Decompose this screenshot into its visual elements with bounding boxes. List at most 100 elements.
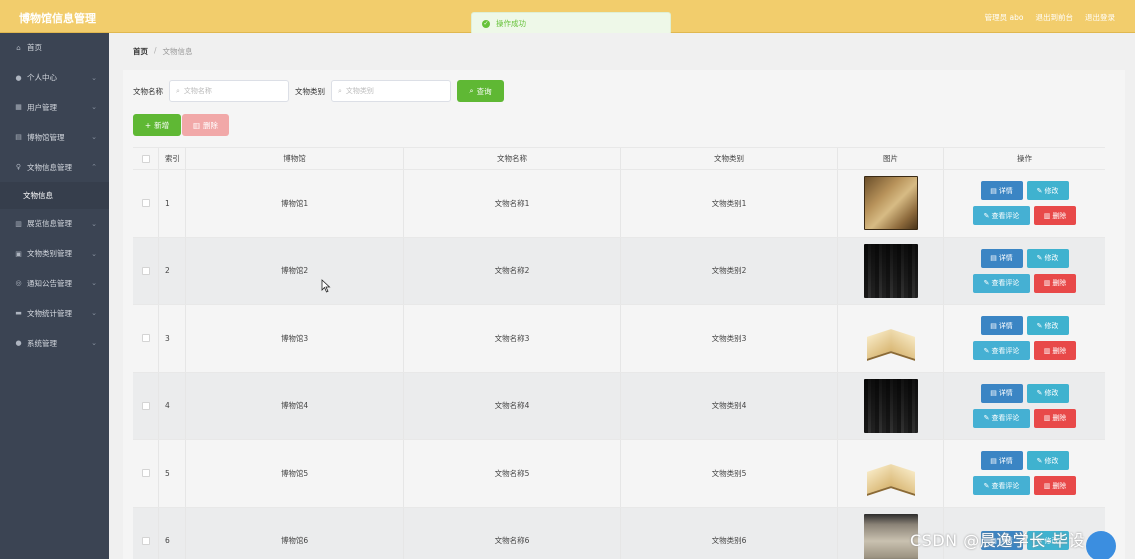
sidebar-item-category[interactable]: ▣ 文物类别管理 ⌄ (0, 239, 109, 269)
exit-frontend-link[interactable]: 退出到前台 (1036, 12, 1074, 23)
ops-line: ▤ 详情 ✎ 修改 (980, 383, 1069, 403)
name-search-input[interactable]: ⌕ 文物名称 (169, 80, 289, 102)
pencil-icon: ✎ (1036, 389, 1043, 398)
row-checkbox-cell (133, 237, 159, 304)
sidebar-item-label: 博物馆管理 (27, 132, 65, 142)
main-content: 首页 / 文物信息 文物名称 ⌕ 文物名称 文物类别 ⌕ 文物类别 ⌕ 查询 +… (109, 33, 1135, 559)
type-search-input[interactable]: ⌕ 文物类别 (331, 80, 451, 102)
artifact-image[interactable] (863, 243, 918, 298)
view-comments-button[interactable]: ✎ 查看评论 (973, 408, 1030, 428)
detail-button[interactable]: ▤ 详情 (980, 181, 1023, 201)
row-checkbox[interactable] (141, 469, 150, 478)
sidebar-item-profile[interactable]: ● 个人中心 ⌄ (0, 63, 109, 93)
sidebar-item-system[interactable]: ● 系统管理 ⌄ (0, 328, 109, 358)
sidebar-item-museum[interactable]: ▤ 博物馆管理 ⌄ (0, 122, 109, 152)
row-type: 文物类别4 (621, 372, 838, 439)
batch-delete-button[interactable]: ▥ 删除 (182, 114, 229, 136)
delete-button[interactable]: ▥ 删除 (1034, 206, 1076, 226)
ops-group: ▤ 详情 ✎ 修改 ✎ 查看评论 ▥ 删除 (973, 316, 1076, 361)
sidebar-item-exhibition[interactable]: ▥ 展览信息管理 ⌄ (0, 209, 109, 239)
sidebar-subitem-artifact-info[interactable]: 文物信息 (0, 181, 109, 209)
artifact-image[interactable] (863, 446, 918, 501)
artifact-image[interactable] (863, 378, 918, 433)
detail-button[interactable]: ▤ 详情 (980, 451, 1023, 471)
sidebar-item-home[interactable]: ⌂ 首页 (0, 33, 109, 63)
app-title: 博物馆信息管理 (19, 12, 96, 25)
toast-message: 操作成功 (496, 19, 526, 28)
trash-icon: ▥ (1043, 346, 1051, 355)
mouse-cursor-icon (321, 279, 331, 293)
delete-button[interactable]: ▥ 删除 (1034, 273, 1076, 293)
row-checkbox-cell (133, 440, 159, 507)
detail-button[interactable]: ▤ 详情 (980, 383, 1023, 403)
document-icon: ▤ (990, 456, 997, 465)
row-image-cell (838, 440, 944, 507)
logout-link[interactable]: 退出登录 (1085, 12, 1115, 23)
sidebar-item-artifact[interactable]: ♀ 文物信息管理 ⌃ (0, 152, 109, 182)
edit-label: 修改 (1044, 456, 1059, 465)
row-checkbox[interactable] (141, 401, 150, 410)
row-checkbox[interactable] (141, 266, 150, 275)
table-row: 3 博物馆3 文物名称3 文物类别3 ▤ 详情 ✎ 修改 ✎ 查看评论 ▥ 删除 (133, 305, 1105, 373)
delete-button[interactable]: ▥ 删除 (1034, 408, 1076, 428)
ops-line: ▤ 详情 ✎ 修改 (980, 248, 1069, 268)
search-button[interactable]: ⌕ 查询 (457, 80, 504, 102)
ops-group: ▤ 详情 ✎ 修改 ✎ 查看评论 ▥ 删除 (973, 451, 1076, 496)
row-type: 文物类别3 (621, 305, 838, 372)
header-index: 索引 (159, 148, 186, 169)
edit-button[interactable]: ✎ 修改 (1026, 181, 1069, 201)
view-comments-button[interactable]: ✎ 查看评论 (973, 341, 1030, 361)
row-index: 6 (159, 507, 186, 559)
row-checkbox[interactable] (141, 199, 150, 208)
trash-icon: ▥ (1043, 279, 1051, 288)
add-button[interactable]: + 新增 (133, 114, 181, 136)
detail-button[interactable]: ▤ 详情 (980, 248, 1023, 268)
edit-button[interactable]: ✎ 修改 (1026, 316, 1069, 336)
edit-button[interactable]: ✎ 修改 (1026, 248, 1069, 268)
document-icon: ▤ (990, 389, 997, 398)
row-checkbox-cell (133, 507, 159, 559)
sidebar-item-label: 通知公告管理 (27, 278, 72, 288)
view-comments-button[interactable]: ✎ 查看评论 (973, 273, 1030, 293)
breadcrumb: 首页 / 文物信息 (133, 46, 193, 57)
search-icon: ⌕ (176, 86, 180, 95)
trash-icon: ▥ (1043, 211, 1051, 220)
sidebar-item-label: 系统管理 (27, 338, 57, 348)
row-checkbox[interactable] (141, 536, 150, 545)
artifact-image[interactable] (863, 311, 918, 366)
sidebar-item-label: 个人中心 (27, 73, 57, 83)
sidebar: ⌂ 首页 ● 个人中心 ⌄ ▦ 用户管理 ⌄ ▤ 博物馆管理 ⌄ ♀ 文物信息管… (0, 33, 109, 559)
edit-button[interactable]: ✎ 修改 (1026, 383, 1069, 403)
category-icon: ▣ (15, 249, 22, 258)
artifact-image[interactable] (863, 176, 918, 231)
chevron-down-icon: ⌄ (91, 309, 97, 318)
artifact-table: 索引 博物馆 文物名称 文物类别 图片 操作 1 博物馆1 文物名称1 文物类别… (133, 147, 1105, 559)
row-checkbox-cell (133, 305, 159, 372)
delete-button[interactable]: ▥ 删除 (1034, 341, 1076, 361)
select-all-checkbox[interactable] (141, 154, 150, 163)
edit-label: 修改 (1044, 254, 1059, 263)
view-comments-button[interactable]: ✎ 查看评论 (973, 206, 1030, 226)
admin-label: 管理员 abo (984, 13, 1024, 22)
ops-line: ✎ 查看评论 ▥ 删除 (973, 341, 1076, 361)
view-comments-button[interactable]: ✎ 查看评论 (973, 476, 1030, 496)
detail-button[interactable]: ▤ 详情 (980, 316, 1023, 336)
header-type: 文物类别 (621, 148, 838, 169)
breadcrumb-home[interactable]: 首页 (133, 46, 148, 57)
table-row: 2 博物馆2 文物名称2 文物类别2 ▤ 详情 ✎ 修改 ✎ 查看评论 ▥ 删除 (133, 237, 1105, 305)
table-row: 1 博物馆1 文物名称1 文物类别1 ▤ 详情 ✎ 修改 ✎ 查看评论 ▥ 删除 (133, 170, 1105, 238)
row-museum: 博物馆3 (186, 305, 404, 372)
sidebar-item-users[interactable]: ▦ 用户管理 ⌄ (0, 93, 109, 123)
floating-action-icon[interactable] (1086, 531, 1116, 559)
delete-label: 删除 (1052, 279, 1067, 288)
edit-button[interactable]: ✎ 修改 (1026, 451, 1069, 471)
sidebar-item-stats[interactable]: ▬ 文物统计管理 ⌄ (0, 298, 109, 328)
row-name: 文物名称3 (404, 305, 621, 372)
name-filter-label: 文物名称 (133, 86, 163, 96)
content-panel: 文物名称 ⌕ 文物名称 文物类别 ⌕ 文物类别 ⌕ 查询 + 新增 ▥ 删除 索… (123, 70, 1125, 559)
row-checkbox[interactable] (141, 334, 150, 343)
delete-button[interactable]: ▥ 删除 (1034, 476, 1076, 496)
sidebar-item-notice[interactable]: ◎ 通知公告管理 ⌄ (0, 269, 109, 299)
chevron-down-icon: ⌄ (91, 73, 97, 82)
sidebar-item-label: 文物信息管理 (27, 162, 72, 172)
